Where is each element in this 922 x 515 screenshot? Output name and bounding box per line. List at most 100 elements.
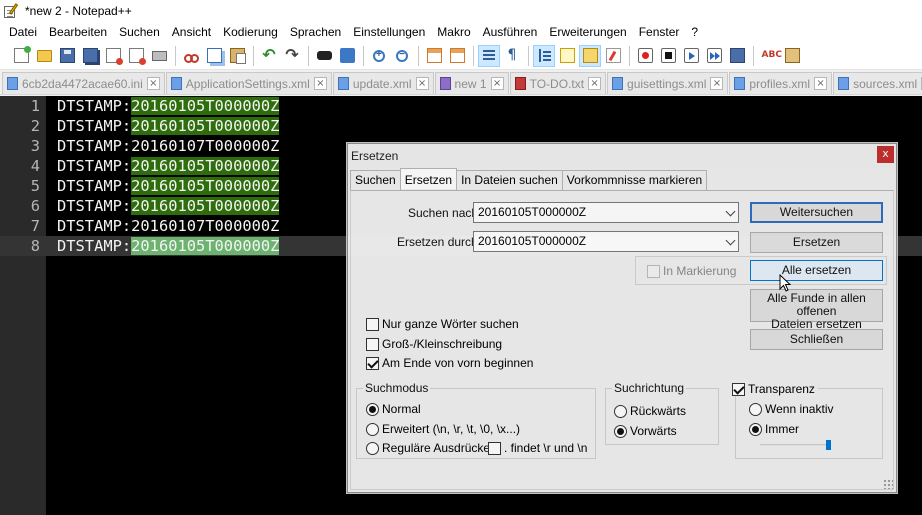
line-text: DTSTAMP:20160105T000000Z bbox=[57, 156, 280, 176]
save-macro-button[interactable] bbox=[726, 45, 748, 67]
cut-button[interactable] bbox=[180, 45, 202, 67]
undo-button[interactable]: ↶ bbox=[258, 45, 280, 67]
chevron-down-icon[interactable] bbox=[725, 235, 736, 246]
direction-down-radio[interactable]: Vorwärts bbox=[614, 424, 677, 438]
dialog-close-button[interactable]: x bbox=[877, 146, 894, 163]
transparency-checkbox[interactable]: Transparenz bbox=[729, 382, 818, 396]
tab-sources[interactable]: sources.xml× bbox=[833, 72, 922, 94]
search-mode-regex-radio[interactable]: Reguläre Ausdrücke bbox=[366, 441, 490, 455]
menu-settings[interactable]: Einstellungen bbox=[347, 22, 431, 42]
tab-mark[interactable]: Vorkommnisse markieren bbox=[561, 170, 708, 190]
line-number: 6 bbox=[30, 197, 40, 215]
tab-profiles[interactable]: profiles.xml × bbox=[729, 72, 833, 94]
tab-close-icon[interactable]: × bbox=[415, 77, 429, 90]
menu-encoding[interactable]: Kodierung bbox=[217, 22, 284, 42]
menu-search[interactable]: Suchen bbox=[113, 22, 166, 42]
save-all-button[interactable] bbox=[79, 45, 101, 67]
dialog-title-bar[interactable]: Ersetzen x bbox=[348, 144, 896, 168]
tab-close-icon[interactable]: × bbox=[710, 77, 724, 90]
zoom-out-button[interactable] bbox=[391, 45, 413, 67]
tab-close-icon[interactable]: × bbox=[313, 77, 327, 90]
tab-close-icon[interactable]: × bbox=[588, 77, 602, 90]
copy-button[interactable] bbox=[203, 45, 225, 67]
save-button[interactable] bbox=[56, 45, 78, 67]
whole-word-checkbox[interactable]: Nur ganze Wörter suchen bbox=[366, 317, 519, 331]
highlight-button[interactable] bbox=[579, 44, 601, 67]
transparency-slider-track[interactable] bbox=[760, 444, 830, 446]
transparency-always-radio[interactable]: Immer bbox=[749, 422, 799, 436]
tab-guisettings[interactable]: guisettings.xml × bbox=[607, 72, 729, 94]
search-mode-normal-radio[interactable]: Normal bbox=[366, 402, 421, 416]
line-value: 20160107T000000Z bbox=[131, 217, 280, 235]
menu-file[interactable]: Datei bbox=[3, 22, 43, 42]
menu-macro[interactable]: Makro bbox=[431, 22, 476, 42]
transparency-when-inactive-radio[interactable]: Wenn inaktiv bbox=[749, 402, 833, 416]
tab-update-xml[interactable]: update.xml × bbox=[332, 72, 434, 94]
editor-line[interactable]: 1 DTSTAMP:20160105T000000Z bbox=[0, 96, 922, 116]
tab-close-icon[interactable]: × bbox=[490, 77, 504, 90]
zoom-out-icon bbox=[396, 49, 408, 62]
editor-line[interactable]: 2 DTSTAMP:20160105T000000Z bbox=[0, 116, 922, 136]
close-button[interactable] bbox=[102, 45, 124, 67]
dot-matches-newline-label: . findet \r und \n bbox=[504, 441, 588, 455]
match-case-checkbox[interactable]: Groß-/Kleinschreibung bbox=[366, 337, 502, 351]
replace-button[interactable] bbox=[336, 45, 358, 67]
find-next-button[interactable]: Weitersuchen bbox=[750, 202, 883, 223]
playback-button[interactable] bbox=[680, 45, 702, 67]
word-wrap-button[interactable] bbox=[478, 44, 500, 67]
replace-button[interactable]: Ersetzen bbox=[750, 232, 883, 253]
menu-view[interactable]: Ansicht bbox=[166, 22, 217, 42]
replace-all-in-open-documents-button[interactable]: Alle Funde in allen offenen Dateien erse… bbox=[750, 289, 883, 331]
print-button[interactable] bbox=[148, 45, 170, 67]
paste-icon bbox=[229, 48, 246, 64]
sync-vertical-button[interactable] bbox=[423, 45, 445, 67]
search-match: 20160105T000000Z bbox=[131, 157, 280, 175]
menu-help[interactable]: ? bbox=[685, 22, 704, 42]
new-file-button[interactable] bbox=[10, 45, 32, 67]
tab-ini-file[interactable]: 6cb2da4472acae60.ini × bbox=[2, 72, 165, 94]
menu-language[interactable]: Sprachen bbox=[284, 22, 347, 42]
menu-window[interactable]: Fenster bbox=[633, 22, 686, 42]
find-combobox[interactable]: 20160105T000000Z bbox=[473, 202, 739, 223]
tab-replace[interactable]: Ersetzen bbox=[399, 168, 458, 189]
function-list-button[interactable] bbox=[602, 45, 624, 67]
transparency-slider-thumb[interactable] bbox=[825, 440, 831, 450]
open-file-button[interactable] bbox=[33, 45, 55, 67]
tab-find[interactable]: Suchen bbox=[350, 170, 401, 190]
toolbar: ↶ ↷ ¶ ABC bbox=[0, 42, 922, 70]
resize-grip[interactable] bbox=[883, 479, 893, 489]
run-macro-multiple-button[interactable] bbox=[703, 45, 725, 67]
tab-application-settings[interactable]: ApplicationSettings.xml × bbox=[165, 72, 332, 94]
sync-horizontal-button[interactable] bbox=[446, 45, 468, 67]
indent-guide-button[interactable] bbox=[533, 44, 555, 67]
paste-button[interactable] bbox=[226, 45, 248, 67]
spell-check-button[interactable]: ABC bbox=[758, 45, 782, 67]
close-all-button[interactable] bbox=[125, 45, 147, 67]
direction-up-radio[interactable]: Rückwärts bbox=[614, 404, 686, 418]
document-map-button[interactable] bbox=[556, 45, 578, 67]
record-macro-button[interactable] bbox=[634, 45, 656, 67]
chevron-down-icon[interactable] bbox=[725, 206, 736, 217]
redo-button[interactable]: ↷ bbox=[281, 45, 303, 67]
tab-new-1[interactable]: new 1 × bbox=[434, 72, 509, 94]
dot-matches-newline-checkbox[interactable]: . findet \r und \n bbox=[488, 441, 587, 455]
menu-plugins[interactable]: Erweiterungen bbox=[543, 22, 632, 42]
tab-close-icon[interactable]: × bbox=[146, 77, 160, 90]
tab-todo[interactable]: TO-DO.txt × bbox=[509, 72, 607, 94]
show-all-characters-button[interactable]: ¶ bbox=[501, 45, 523, 67]
find-button[interactable] bbox=[313, 45, 335, 67]
replace-all-button[interactable]: Alle ersetzen bbox=[750, 260, 883, 281]
plugin-button[interactable] bbox=[781, 45, 803, 67]
wrap-around-checkbox[interactable]: Am Ende von vorn beginnen bbox=[366, 356, 533, 370]
replace-combobox[interactable]: 20160105T000000Z bbox=[473, 231, 739, 252]
zoom-in-button[interactable] bbox=[368, 45, 390, 67]
menu-run[interactable]: Ausführen bbox=[477, 22, 544, 42]
close-dialog-button[interactable]: Schließen bbox=[750, 329, 883, 350]
window-title: *new 2 - Notepad++ bbox=[25, 4, 132, 18]
menu-edit[interactable]: Bearbeiten bbox=[43, 22, 113, 42]
tab-find-in-files[interactable]: In Dateien suchen bbox=[456, 170, 563, 190]
stop-recording-button[interactable] bbox=[657, 45, 679, 67]
save-icon bbox=[59, 48, 75, 63]
search-mode-extended-radio[interactable]: Erweitert (\n, \r, \t, \0, \x...) bbox=[366, 422, 520, 436]
tab-close-icon[interactable]: × bbox=[814, 77, 828, 90]
